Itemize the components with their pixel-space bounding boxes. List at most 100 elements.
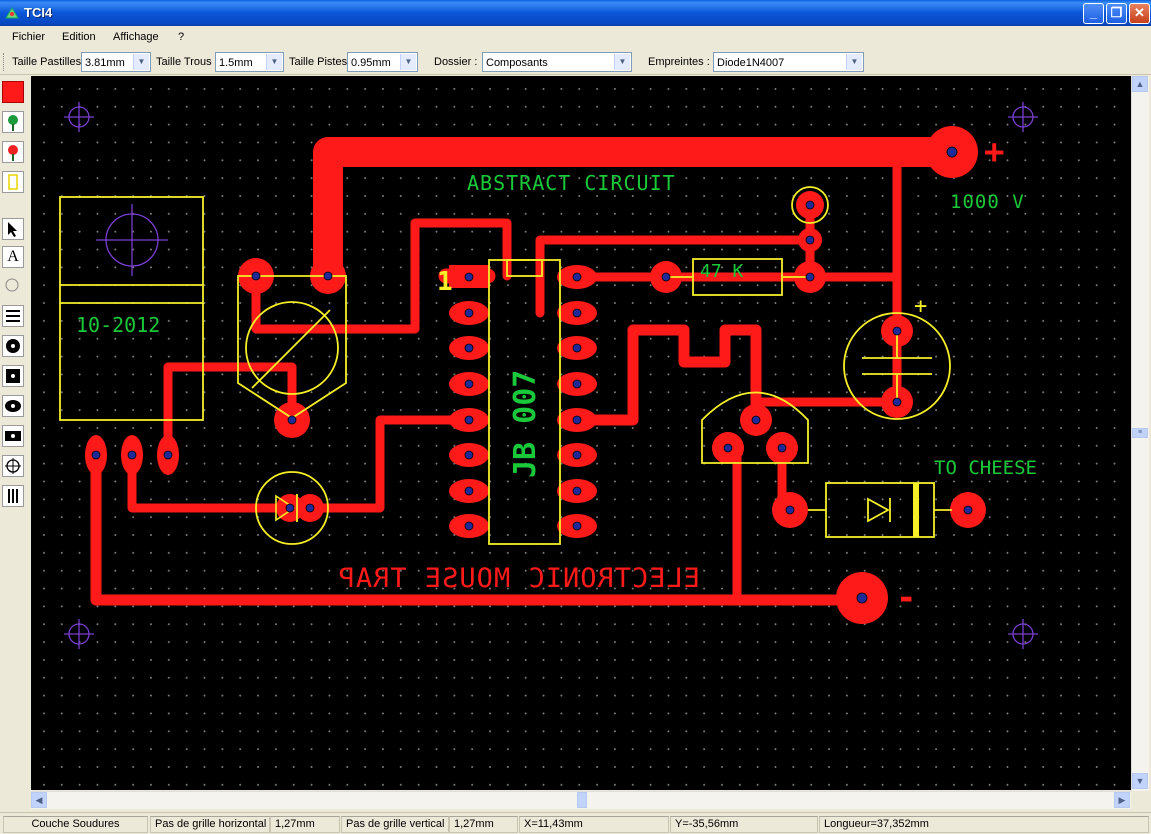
track-size-label: Taille Pistes xyxy=(289,56,348,68)
pad-size-select[interactable]: 3.81mm ▼ xyxy=(81,52,151,72)
minimize-button[interactable]: _ xyxy=(1083,3,1104,24)
drill-hole xyxy=(464,379,474,389)
maximize-button[interactable]: ❐ xyxy=(1106,3,1127,24)
pcb-canvas[interactable]: ABSTRACT CIRCUIT 1000 V 47 K 10-2012 TO … xyxy=(31,76,1131,790)
pad-size-value: 3.81mm xyxy=(85,57,125,69)
round-pad-icon[interactable] xyxy=(2,335,24,357)
drill-hole xyxy=(464,308,474,318)
toolbar-grip[interactable] xyxy=(3,53,6,71)
vertical-scroll-thumb[interactable]: ≡ xyxy=(1132,428,1148,438)
drill-hole xyxy=(464,415,474,425)
footprint-value: Diode1N4007 xyxy=(717,57,785,69)
drill-hole xyxy=(723,443,733,453)
drill-hole xyxy=(91,450,101,460)
title-bar: TCI4 _ ❐ ✕ xyxy=(0,0,1151,26)
pad-size-label: Taille Pastilles xyxy=(12,56,82,68)
grid-icon[interactable] xyxy=(2,485,24,507)
green-pin-icon[interactable] xyxy=(2,111,24,133)
chevron-down-icon[interactable]: ▼ xyxy=(400,54,416,70)
rect-pad-icon[interactable] xyxy=(2,425,24,447)
close-button[interactable]: ✕ xyxy=(1129,3,1150,24)
arrow-select-icon[interactable] xyxy=(2,218,24,240)
track xyxy=(751,397,902,425)
toolbar: Taille Pastilles 3.81mm ▼ Taille Trous 1… xyxy=(0,49,1151,75)
drill-hole xyxy=(777,443,787,453)
track-size-value: 0.95mm xyxy=(351,57,391,69)
minus-sign: - xyxy=(896,578,916,618)
circle-icon[interactable] xyxy=(2,275,24,297)
h-grid-value: 1,27mm xyxy=(270,816,340,833)
drill-hole xyxy=(464,486,474,496)
scroll-right-icon[interactable]: ▶ xyxy=(1114,792,1130,808)
hole-size-label: Taille Trous xyxy=(156,56,212,68)
drill-hole xyxy=(251,271,261,281)
chevron-down-icon[interactable]: ▼ xyxy=(614,54,630,70)
pcb-drawing[interactable]: ABSTRACT CIRCUIT 1000 V 47 K 10-2012 TO … xyxy=(31,76,1131,790)
crosshair-icon xyxy=(64,619,94,649)
chevron-down-icon[interactable]: ▼ xyxy=(846,54,862,70)
x-coordinate: X=11,43mm xyxy=(519,816,669,833)
folder-value: Composants xyxy=(486,57,548,69)
hole-size-select[interactable]: 1.5mm ▼ xyxy=(215,52,284,72)
drill-hole xyxy=(464,272,474,282)
horizontal-scrollbar[interactable]: ◀ ▶ xyxy=(31,791,1131,809)
crosshair-icon xyxy=(1008,619,1038,649)
status-bar: Couche Soudures Pas de grille horizontal… xyxy=(0,812,1151,834)
menu-edition[interactable]: Edition xyxy=(62,31,96,43)
lines-icon[interactable] xyxy=(2,305,24,327)
regulator-crosshair xyxy=(96,204,168,276)
drill-hole xyxy=(805,200,815,210)
mirrored-title-label: ELECTRONIC MOUSE TRAP xyxy=(338,563,700,594)
text-icon[interactable]: A xyxy=(2,246,24,268)
drill-hole xyxy=(572,343,582,353)
h-grid-label: Pas de grille horizontal : xyxy=(150,816,270,833)
drill-hole xyxy=(572,486,582,496)
drill-hole xyxy=(785,505,795,515)
app-icon xyxy=(5,7,19,19)
yellow-rect-icon[interactable] xyxy=(2,171,24,193)
abstract-circuit-label: ABSTRACT CIRCUIT xyxy=(467,171,676,195)
red-pin-icon[interactable] xyxy=(2,141,24,163)
y-coordinate: Y=-35,56mm xyxy=(670,816,818,833)
oval-pad-icon[interactable] xyxy=(2,395,24,417)
chevron-down-icon[interactable]: ▼ xyxy=(266,54,282,70)
drill-hole xyxy=(572,308,582,318)
drill-hole xyxy=(805,235,815,245)
chevron-down-icon[interactable]: ▼ xyxy=(133,54,149,70)
footprint-label: Empreintes : xyxy=(648,56,710,68)
length-readout: Longueur=37,352mm xyxy=(819,816,1149,833)
to-cheese-label: TO CHEESE xyxy=(934,457,1037,479)
track xyxy=(571,324,762,426)
pin-one-label: 1 xyxy=(437,267,453,297)
menu-bar: Fichier Edition Affichage ? xyxy=(0,26,1151,49)
drill-hole xyxy=(464,521,474,531)
drill-hole xyxy=(661,272,671,282)
footprint-select[interactable]: Diode1N4007 ▼ xyxy=(713,52,864,72)
vertical-scrollbar[interactable]: ▲ ≡ ▼ xyxy=(1131,76,1149,791)
square-pad-icon[interactable] xyxy=(2,365,24,387)
menu-help[interactable]: ? xyxy=(178,31,184,43)
track-size-select[interactable]: 0.95mm ▼ xyxy=(347,52,418,72)
target-icon[interactable] xyxy=(2,455,24,477)
menu-fichier[interactable]: Fichier xyxy=(12,31,45,43)
menu-affichage[interactable]: Affichage xyxy=(113,31,159,43)
scroll-left-icon[interactable]: ◀ xyxy=(31,792,47,808)
tool-palette: A xyxy=(0,76,30,791)
hole-size-value: 1.5mm xyxy=(219,57,253,69)
track xyxy=(127,450,295,513)
drill-hole xyxy=(856,592,868,604)
horizontal-scroll-thumb[interactable] xyxy=(577,792,587,808)
resistor-value-label: 47 K xyxy=(700,261,744,282)
ic-label: JB 007 xyxy=(508,370,543,478)
capacitor-plus-sign: + xyxy=(914,294,927,319)
folder-select[interactable]: Composants ▼ xyxy=(482,52,632,72)
scroll-down-icon[interactable]: ▼ xyxy=(1132,773,1148,789)
drill-hole xyxy=(572,379,582,389)
scroll-up-icon[interactable]: ▲ xyxy=(1132,76,1148,92)
drill-hole xyxy=(287,415,297,425)
voltage-label: 1000 V xyxy=(950,191,1025,213)
drill-hole xyxy=(572,521,582,531)
red-square-icon[interactable] xyxy=(2,81,24,103)
track xyxy=(305,415,475,513)
plus-sign: + xyxy=(984,132,1004,172)
